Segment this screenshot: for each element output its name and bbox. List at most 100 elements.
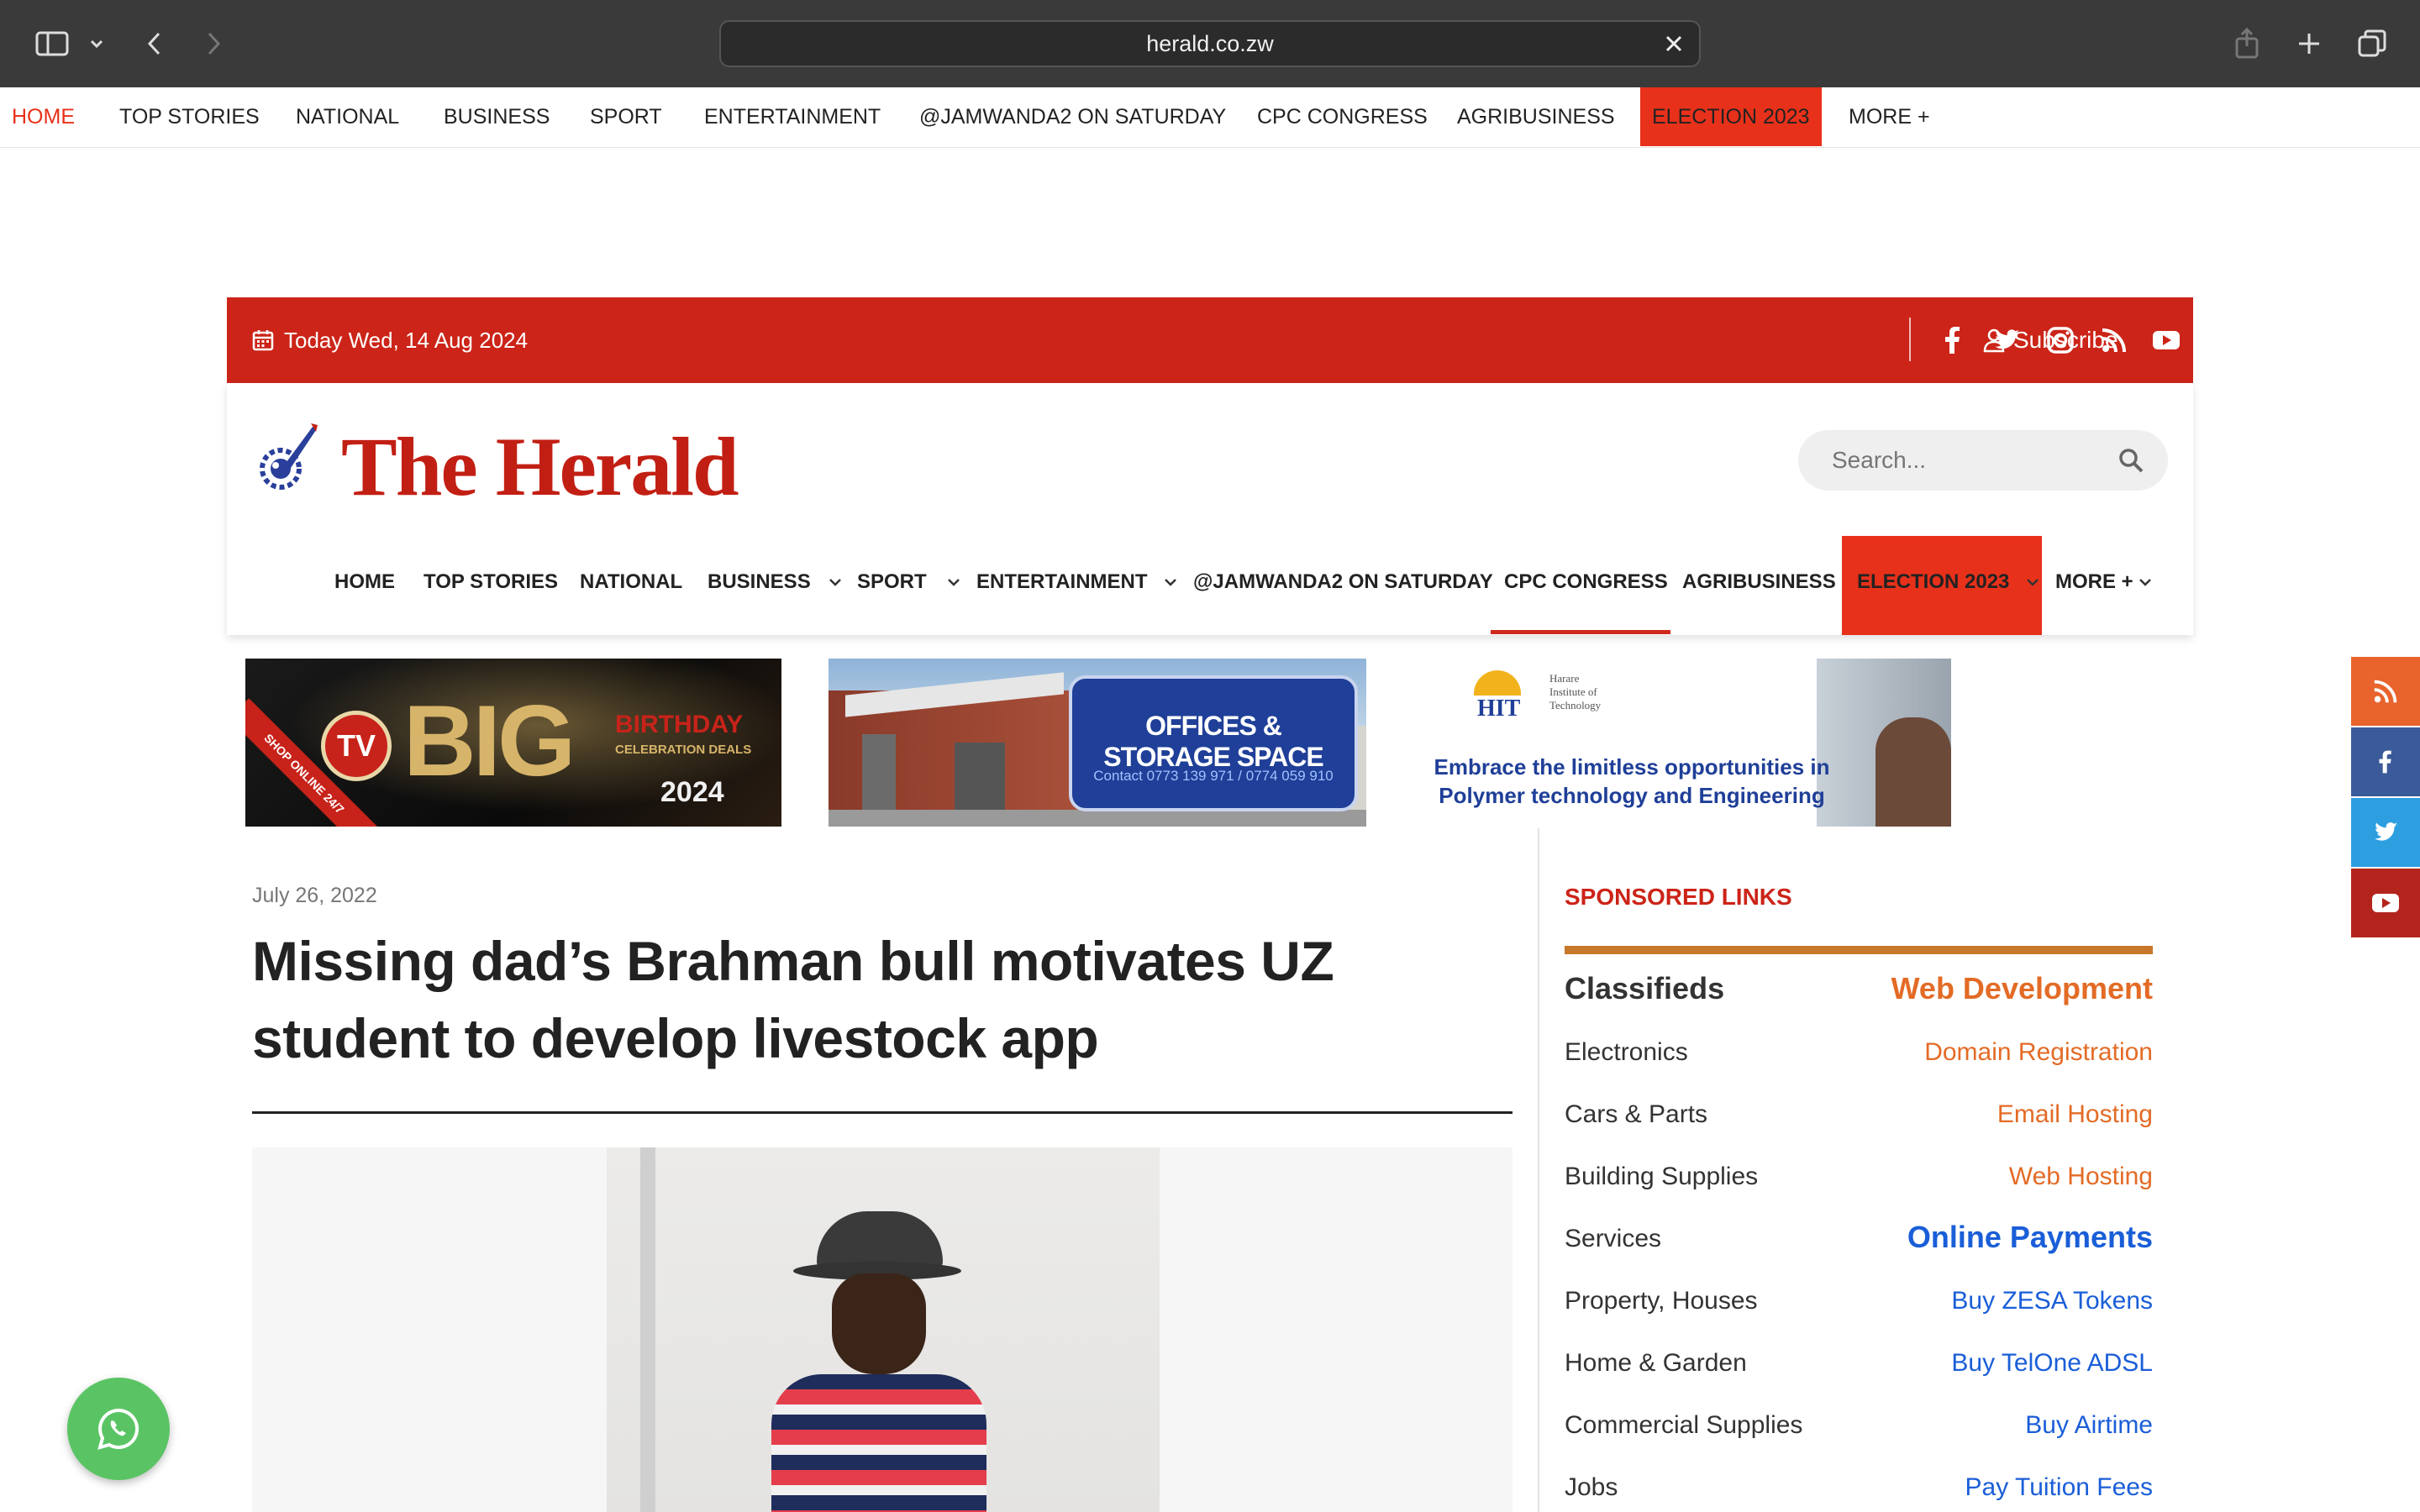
face xyxy=(832,1273,926,1374)
chevron-down-icon[interactable] xyxy=(2138,575,2153,590)
url-text: herald.co.zw xyxy=(1146,30,1274,56)
search-icon[interactable] xyxy=(2118,447,2144,474)
float-facebook-button[interactable] xyxy=(2351,727,2420,796)
close-icon[interactable] xyxy=(1660,30,1687,57)
address-bar[interactable]: herald.co.zw xyxy=(719,20,1701,67)
topnav-home[interactable]: HOME xyxy=(12,87,75,146)
tv-logo: TV xyxy=(321,711,392,781)
float-twitter-button[interactable] xyxy=(2351,798,2420,867)
ad-title: OFFICES & STORAGE SPACE xyxy=(1103,711,1323,772)
search-box[interactable] xyxy=(1798,430,2168,491)
site-logo[interactable]: The Herald xyxy=(341,417,739,517)
ground xyxy=(829,810,1366,827)
ad-banner-birthday-deals[interactable]: SHOP ONLINE 24/7 TV BIG BIRTHDAY CELEBRA… xyxy=(245,659,781,827)
new-tab-icon[interactable] xyxy=(2292,20,2326,67)
herald-logo-icon[interactable] xyxy=(250,418,321,499)
door xyxy=(862,734,896,810)
article-image xyxy=(607,1147,1160,1512)
ad-birthday-text: BIRTHDAY xyxy=(615,711,744,738)
payment-link[interactable]: Buy Airtime xyxy=(2025,1411,2153,1440)
share-icon[interactable] xyxy=(2230,20,2264,67)
mainnav-business[interactable]: BUSINESS xyxy=(708,536,811,635)
classified-link[interactable]: Building Supplies xyxy=(1565,1163,1758,1191)
youtube-icon[interactable] xyxy=(2151,325,2181,355)
webdev-link[interactable]: Domain Registration xyxy=(1924,1038,2153,1067)
chevron-down-icon[interactable] xyxy=(946,575,961,590)
mainnav-entertainment[interactable]: ENTERTAINMENT xyxy=(976,536,1148,635)
chevron-down-icon[interactable] xyxy=(828,575,843,590)
topnav-national[interactable]: NATIONAL xyxy=(296,87,399,146)
ad-banner-offices-storage[interactable]: OFFICES & STORAGE SPACE Contact 0773 139… xyxy=(829,659,1366,827)
facebook-icon[interactable] xyxy=(1938,325,1968,355)
topnav-jamwanda2[interactable]: @JAMWANDA2 ON SATURDAY xyxy=(919,87,1226,146)
topnav-business[interactable]: BUSINESS xyxy=(444,87,550,146)
mainnav-national[interactable]: NATIONAL xyxy=(580,536,682,635)
sidebar-toggle-icon[interactable] xyxy=(32,20,72,67)
browser-toolbar: herald.co.zw xyxy=(0,0,2420,87)
sponsored-rule xyxy=(1565,946,2153,954)
topnav-entertainment[interactable]: ENTERTAINMENT xyxy=(704,87,881,146)
float-youtube-button[interactable] xyxy=(2351,869,2420,937)
payment-link[interactable]: Pay Tuition Fees xyxy=(1965,1473,2153,1502)
forward-icon[interactable] xyxy=(197,20,230,67)
rss-icon xyxy=(2374,680,2397,703)
topnav-election-2023[interactable]: ELECTION 2023 xyxy=(1640,87,1822,146)
mainnav-cpc-congress[interactable]: CPC CONGRESS xyxy=(1504,536,1668,635)
topnav-top-stories[interactable]: TOP STORIES xyxy=(119,87,260,146)
webdev-link[interactable]: Email Hosting xyxy=(1997,1100,2153,1129)
mainnav-home[interactable]: HOME xyxy=(334,536,395,635)
divider xyxy=(1909,318,1911,361)
mainnav-jamwanda2[interactable]: @JAMWANDA2 ON SATURDAY xyxy=(1193,536,1493,635)
sidebar-divider xyxy=(1538,828,1539,1512)
topnav-cpc-congress[interactable]: CPC CONGRESS xyxy=(1257,87,1428,146)
back-icon[interactable] xyxy=(138,20,171,67)
classified-link[interactable]: Commercial Supplies xyxy=(1565,1411,1802,1440)
date-display: Today Wed, 14 Aug 2024 xyxy=(252,297,528,383)
tent-pole xyxy=(640,1147,655,1512)
topnav-sport[interactable]: SPORT xyxy=(590,87,662,146)
classified-link[interactable]: Cars & Parts xyxy=(1565,1100,1707,1129)
search-input[interactable] xyxy=(1832,430,2101,491)
striped-shirt xyxy=(771,1374,986,1512)
title-divider xyxy=(252,1111,1512,1114)
person-silhouette xyxy=(1876,717,1951,827)
classified-link[interactable]: Property, Houses xyxy=(1565,1287,1758,1315)
instagram-icon[interactable] xyxy=(2045,325,2075,355)
ad-text: Embrace the limitless opportunities in P… xyxy=(1434,754,1830,808)
rss-icon[interactable] xyxy=(2099,325,2129,355)
ad-panel: OFFICES & STORAGE SPACE Contact 0773 139… xyxy=(1069,675,1358,811)
calendar-icon xyxy=(252,330,274,351)
chevron-down-icon[interactable] xyxy=(2025,575,2040,590)
webdev-link[interactable]: Web Hosting xyxy=(2009,1163,2153,1191)
web-development-heading[interactable]: Web Development xyxy=(1891,971,2153,1006)
payment-link[interactable]: Buy TelOne ADSL xyxy=(1951,1349,2153,1378)
classified-link[interactable]: Home & Garden xyxy=(1565,1349,1747,1378)
mainnav-top-stories[interactable]: TOP STORIES xyxy=(424,536,558,635)
whatsapp-button[interactable] xyxy=(67,1378,170,1480)
payment-link[interactable]: Buy ZESA Tokens xyxy=(1951,1287,2153,1315)
classifieds-heading[interactable]: Classifieds xyxy=(1565,971,1724,1006)
classified-link[interactable]: Services xyxy=(1565,1225,1661,1253)
mainnav-agribusiness[interactable]: AGRIBUSINESS xyxy=(1682,536,1836,635)
online-payments-heading[interactable]: Online Payments xyxy=(1907,1220,2153,1255)
tab-overview-icon[interactable] xyxy=(2354,20,2390,67)
mainnav-sport[interactable]: SPORT xyxy=(857,536,927,635)
hit-logo-arc xyxy=(1474,670,1521,696)
date-bar: Today Wed, 14 Aug 2024 Subscribe xyxy=(227,297,2193,383)
topnav-agribusiness[interactable]: AGRIBUSINESS xyxy=(1457,87,1615,146)
mainnav-more[interactable]: MORE + xyxy=(2055,536,2133,635)
classified-link[interactable]: Electronics xyxy=(1565,1038,1688,1067)
ad-big-text: BIG xyxy=(403,685,576,797)
float-rss-button[interactable] xyxy=(2351,657,2420,726)
classified-link[interactable]: Jobs xyxy=(1565,1473,1618,1502)
topnav-more[interactable]: MORE + xyxy=(1849,87,1930,146)
chevron-down-icon[interactable] xyxy=(84,20,109,67)
facebook-icon xyxy=(2379,750,2391,774)
sponsored-links-title: SPONSORED LINKS xyxy=(1565,884,1792,910)
mainnav-election-2023[interactable]: ELECTION 2023 xyxy=(1857,536,2009,635)
twitter-icon[interactable] xyxy=(1991,325,2022,355)
article-date: July 26, 2022 xyxy=(252,884,377,907)
ad-banner-hit[interactable]: HIT Harare Institute of Technology Embrace… xyxy=(1422,659,1951,827)
chevron-down-icon[interactable] xyxy=(1163,575,1178,590)
article-title: Missing dad’s Brahman bull motivates UZ … xyxy=(252,930,1334,1069)
